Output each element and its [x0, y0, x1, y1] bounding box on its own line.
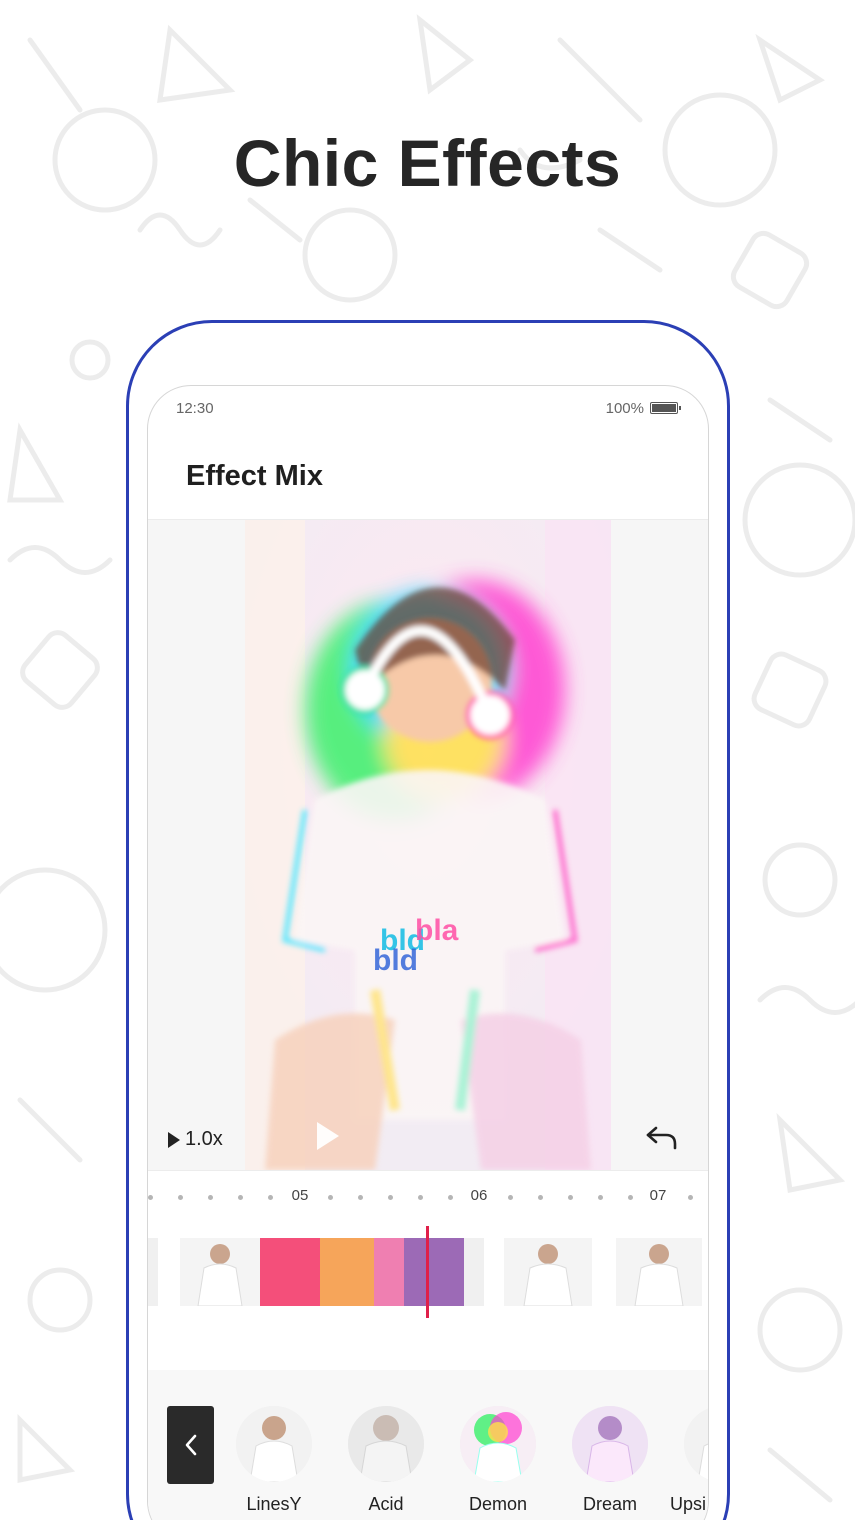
back-button[interactable] — [167, 1406, 214, 1484]
clip-thumbnail[interactable] — [616, 1238, 702, 1306]
ruler-label: 07 — [649, 1187, 667, 1204]
ruler-dot — [148, 1195, 153, 1200]
ruler-dot — [208, 1195, 213, 1200]
ruler-dot — [388, 1195, 393, 1200]
effect-label: Dream — [582, 1494, 637, 1514]
video-preview-area: bld bla bld 1.0x — [148, 520, 708, 1170]
ruler-dot — [448, 1195, 453, 1200]
playhead[interactable] — [426, 1226, 429, 1318]
effect-segment[interactable] — [260, 1238, 320, 1306]
ruler-label: 05 — [291, 1187, 309, 1204]
effect-item-demon[interactable]: Demon — [453, 1406, 543, 1515]
effect-thumbnail — [236, 1406, 312, 1482]
page-title: Effect Mix — [186, 460, 323, 492]
effect-label: Acid — [368, 1494, 404, 1514]
battery-icon — [650, 402, 681, 414]
headline: Chic Effects — [233, 126, 622, 200]
clip-thumbnail[interactable] — [504, 1238, 592, 1306]
effect-label: LinesY — [246, 1494, 302, 1514]
clip-thumbnail[interactable] — [148, 1238, 158, 1306]
effect-item-linesy[interactable]: LinesY — [229, 1406, 319, 1515]
effect-thumbnail — [348, 1406, 424, 1482]
effect-thumbnail — [572, 1406, 648, 1482]
clip-thumbnail[interactable] — [464, 1238, 484, 1306]
undo-icon[interactable] — [644, 1124, 678, 1152]
effect-segment[interactable] — [374, 1238, 404, 1306]
play-small-icon — [168, 1131, 180, 1148]
ruler-dot — [268, 1195, 273, 1200]
ruler-dot — [418, 1195, 423, 1200]
phone-screen: 12:30 100% Effect Mix bld bla bld 1.0x 0… — [147, 385, 709, 1520]
ruler-label: 06 — [470, 1187, 488, 1204]
effect-label: Demon — [468, 1494, 528, 1514]
ruler-dot — [238, 1195, 243, 1200]
ruler-dot — [598, 1195, 603, 1200]
effect-item-acid[interactable]: Acid — [341, 1406, 431, 1515]
ruler-dot — [178, 1195, 183, 1200]
effect-thumbnail — [684, 1406, 708, 1482]
effect-label: Upsi — [670, 1494, 707, 1514]
ruler-dot — [328, 1195, 333, 1200]
speed-button[interactable]: 1.0x — [168, 1128, 223, 1151]
effects-bar: LinesY Acid Demon Dream Upsi — [148, 1370, 708, 1520]
status-bar: 12:30 100% — [148, 386, 708, 432]
effect-photo: bld bla bld — [245, 520, 611, 1170]
svg-text:bla: bla — [415, 914, 459, 947]
time-ruler[interactable]: 05 06 07 — [148, 1170, 708, 1220]
ruler-dot — [538, 1195, 543, 1200]
timeline-track[interactable] — [148, 1220, 708, 1370]
video-preview[interactable]: bld bla bld — [245, 520, 611, 1170]
effect-item-upside[interactable]: Upsi — [670, 1406, 708, 1515]
speed-label: 1.0x — [185, 1128, 223, 1150]
effect-thumbnail — [460, 1406, 536, 1482]
chevron-left-icon — [185, 1434, 196, 1456]
battery-percent: 100% — [605, 400, 644, 417]
effect-item-dream[interactable]: Dream — [565, 1406, 655, 1515]
status-time: 12:30 — [176, 400, 214, 417]
ruler-dot — [688, 1195, 693, 1200]
effect-segment[interactable] — [404, 1238, 464, 1306]
effect-segment[interactable] — [320, 1238, 374, 1306]
svg-text:bld: bld — [373, 944, 418, 977]
ruler-dot — [568, 1195, 573, 1200]
ruler-dot — [358, 1195, 363, 1200]
ruler-dot — [508, 1195, 513, 1200]
ruler-dot — [628, 1195, 633, 1200]
clip-thumbnail[interactable] — [180, 1238, 260, 1306]
play-icon[interactable] — [317, 1122, 339, 1150]
